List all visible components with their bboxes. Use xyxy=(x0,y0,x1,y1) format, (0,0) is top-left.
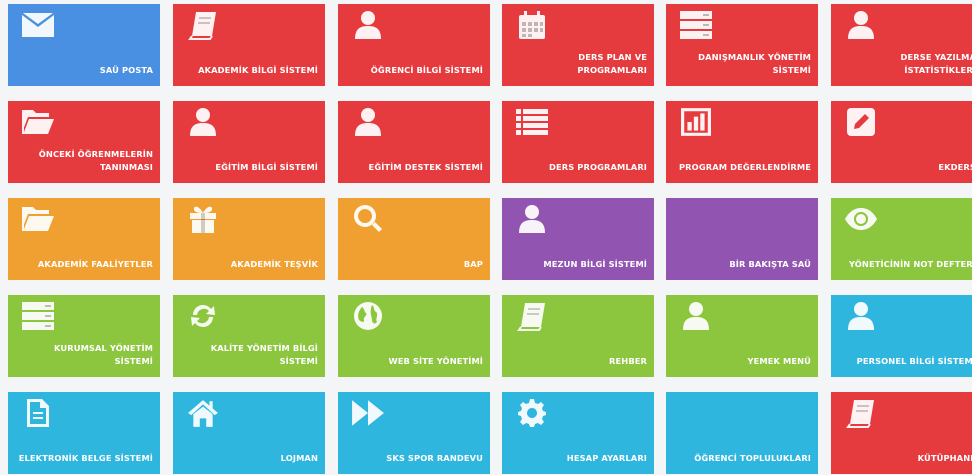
mail-icon xyxy=(20,10,56,40)
pencil-square-icon xyxy=(843,107,879,137)
user-icon xyxy=(185,107,221,137)
gift-icon xyxy=(185,204,221,234)
tile-yemek-menu[interactable]: YEMEK MENÜ xyxy=(666,295,818,377)
list-icon xyxy=(514,107,550,137)
tile-sau-posta[interactable]: SAÜ POSTA xyxy=(8,4,160,86)
tile-mezun-bilgi-sistemi[interactable]: MEZUN BİLGİ SİSTEMİ xyxy=(502,198,654,280)
tile-label: PROGRAM DEĞERLENDİRME xyxy=(679,162,811,172)
tile-label: KALİTE YÖNETİM BİLGİ SİSTEMİ xyxy=(210,343,318,366)
tile-bir-bakista-sau[interactable]: BİR BAKIŞTA SAÜ xyxy=(666,198,818,280)
fast-forward-icon xyxy=(350,398,386,428)
server-icon xyxy=(20,301,56,331)
tile-label: YEMEK MENÜ xyxy=(747,356,811,366)
folder-open-icon xyxy=(20,107,56,137)
tile-label: SAÜ POSTA xyxy=(99,65,153,75)
tile-program-degerlendirme[interactable]: PROGRAM DEĞERLENDİRME xyxy=(666,101,818,183)
tile-ders-programlari[interactable]: DERS PROGRAMLARI xyxy=(502,101,654,183)
gear-icon xyxy=(514,398,550,428)
tile-label: AKADEMİK FAALİYETLER xyxy=(37,259,153,269)
tile-kutuphane[interactable]: KÜTÜPHANE xyxy=(831,392,972,474)
tile-web-site-yonetimi[interactable]: WEB SİTE YÖNETİMİ xyxy=(338,295,490,377)
tile-rehber[interactable]: REHBER xyxy=(502,295,654,377)
tile-ders-plan-ve-programlari[interactable]: DERS PLAN VE PROGRAMLARI xyxy=(502,4,654,86)
tile-personel-bilgi-sistemi[interactable]: PERSONEL BİLGİ SİSTEMİ xyxy=(831,295,972,377)
tile-ogrenci-topluluklari[interactable]: ÖĞRENCİ TOPLULUKLARI xyxy=(666,392,818,474)
tile-label: EKDERS xyxy=(938,162,972,172)
tile-label: ELEKTRONİK BELGE SİSTEMİ xyxy=(18,453,153,463)
tile-label: EĞİTİM BİLGİ SİSTEMİ xyxy=(215,162,318,172)
tile-label: DERS PLAN VE PROGRAMLARI xyxy=(577,52,647,75)
refresh-icon xyxy=(185,301,221,331)
tile-onceki-ogrenmelerin-taninmasi[interactable]: ÖNCEKİ ÖĞRENMELERİN TANINMASI xyxy=(8,101,160,183)
tile-label: AKADEMİK BİLGİ SİSTEMİ xyxy=(198,65,318,75)
tile-label: AKADEMİK TEŞVİK xyxy=(230,259,318,269)
book-icon xyxy=(843,398,879,428)
tile-egitim-bilgi-sistemi[interactable]: EĞİTİM BİLGİ SİSTEMİ xyxy=(173,101,325,183)
tile-yoneticinin-not-defteri[interactable]: YÖNETİCİNİN NOT DEFTERİ xyxy=(831,198,972,280)
tile-label: ÖĞRENCİ TOPLULUKLARI xyxy=(694,453,811,463)
tile-ogrenci-bilgi-sistemi[interactable]: ÖĞRENCİ BİLGİ SİSTEMİ xyxy=(338,4,490,86)
calendar-icon xyxy=(514,10,550,40)
tile-lojman[interactable]: LOJMAN xyxy=(173,392,325,474)
folder-open-icon xyxy=(20,204,56,234)
tile-label: SKS SPOR RANDEVU xyxy=(386,453,483,463)
tile-label: REHBER xyxy=(609,356,647,366)
tile-label: WEB SİTE YÖNETİMİ xyxy=(388,356,483,366)
tile-sks-spor-randevu[interactable]: SKS SPOR RANDEVU xyxy=(338,392,490,474)
user-icon xyxy=(843,10,879,40)
tile-label: KURUMSAL YÖNETİM SİSTEMİ xyxy=(54,343,153,366)
tile-akademik-tesvik[interactable]: AKADEMİK TEŞVİK xyxy=(173,198,325,280)
tile-hesap-ayarlari[interactable]: HESAP AYARLARI xyxy=(502,392,654,474)
tile-label: MEZUN BİLGİ SİSTEMİ xyxy=(543,259,647,269)
tile-label: DERS PROGRAMLARI xyxy=(549,162,647,172)
eye-icon xyxy=(843,204,879,234)
user-icon xyxy=(843,301,879,331)
document-icon xyxy=(20,398,56,428)
home-icon xyxy=(185,398,221,428)
tile-ekders[interactable]: EKDERS xyxy=(831,101,972,183)
tile-danismanlik-yonetim-sistemi[interactable]: DANIŞMANLIK YÖNETİM SİSTEMİ xyxy=(666,4,818,86)
tile-derse-yazilma-istatistikleri[interactable]: DERSE YAZILMA İSTATİSTİKLERİ xyxy=(831,4,972,86)
user-icon xyxy=(350,10,386,40)
tile-label: BİR BAKIŞTA SAÜ xyxy=(729,259,811,269)
tile-bap[interactable]: BAP xyxy=(338,198,490,280)
book-icon xyxy=(185,10,221,40)
tile-label: DERSE YAZILMA İSTATİSTİKLERİ xyxy=(900,52,972,75)
globe-icon xyxy=(350,301,386,331)
search-icon xyxy=(350,204,386,234)
tile-label: BAP xyxy=(463,259,483,269)
tile-label: HESAP AYARLARI xyxy=(566,453,647,463)
tile-egitim-destek-sistemi[interactable]: EĞİTİM DESTEK SİSTEMİ xyxy=(338,101,490,183)
server-icon xyxy=(678,10,714,40)
tile-elektronik-belge-sistemi[interactable]: ELEKTRONİK BELGE SİSTEMİ xyxy=(8,392,160,474)
user-icon xyxy=(514,204,550,234)
tile-label: ÖĞRENCİ BİLGİ SİSTEMİ xyxy=(370,65,483,75)
tile-label: LOJMAN xyxy=(280,453,318,463)
tile-kalite-yonetim-bilgi-sistemi[interactable]: KALİTE YÖNETİM BİLGİ SİSTEMİ xyxy=(173,295,325,377)
application-tile-grid: SAÜ POSTA AKADEMİK BİLGİ SİSTEMİ ÖĞRENCİ B… xyxy=(0,0,972,475)
bar-chart-icon xyxy=(678,107,714,137)
tile-label: EĞİTİM DESTEK SİSTEMİ xyxy=(368,162,483,172)
tile-label: YÖNETİCİNİN NOT DEFTERİ xyxy=(848,259,972,269)
tile-label: DANIŞMANLIK YÖNETİM SİSTEMİ xyxy=(698,52,811,75)
tile-akademik-faaliyetler[interactable]: AKADEMİK FAALİYETLER xyxy=(8,198,160,280)
tile-label: ÖNCEKİ ÖĞRENMELERİN TANINMASI xyxy=(38,149,153,172)
user-icon xyxy=(678,301,714,331)
book-icon xyxy=(514,301,550,331)
tile-label: KÜTÜPHANE xyxy=(917,453,972,463)
user-icon xyxy=(350,107,386,137)
tile-kurumsal-yonetim-sistemi[interactable]: KURUMSAL YÖNETİM SİSTEMİ xyxy=(8,295,160,377)
tile-label: PERSONEL BİLGİ SİSTEMİ xyxy=(856,356,972,366)
tile-akademik-bilgi-sistemi[interactable]: AKADEMİK BİLGİ SİSTEMİ xyxy=(173,4,325,86)
